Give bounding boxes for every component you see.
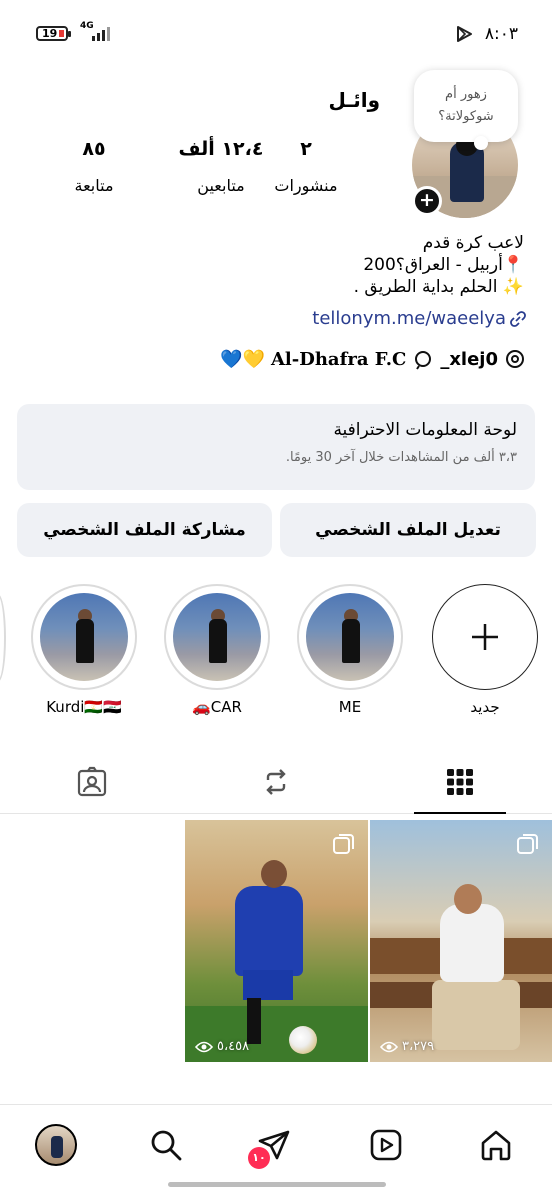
highlight-cover [40, 593, 128, 681]
tab-grid[interactable] [400, 752, 520, 814]
post-views: ٣،٢٧٩ [380, 1039, 434, 1054]
threads-handle[interactable]: _xlej0 [440, 349, 498, 370]
highlight-kurdi[interactable]: Kurdi🇹🇯🇮🇶 [31, 584, 137, 716]
plus-icon [472, 624, 498, 650]
link-icon [510, 310, 526, 327]
clock: ٨:٠٣ [484, 24, 518, 44]
share-profile-button[interactable]: مشاركة الملف الشخصي [17, 503, 272, 557]
post-thumbnail[interactable]: ٣،٢٧٩ [370, 820, 552, 1062]
nav-home[interactable] [470, 1119, 522, 1171]
stat-followers[interactable]: ١٢،٤ ألف متابعين [151, 138, 291, 195]
threads-row: 💙💛 Al-Dhafra F.C _xlej0 [220, 348, 526, 370]
following-count: ٨٥ [82, 138, 106, 160]
post-views: ٥،٤٥٨ [195, 1039, 249, 1054]
battery-indicator: 19 [36, 26, 71, 41]
stat-following[interactable]: ٨٥ متابعة [34, 138, 154, 195]
avatar [35, 1124, 77, 1166]
grid-icon [447, 769, 473, 795]
highlight-label: جديد [470, 698, 500, 716]
nav-search[interactable] [140, 1119, 192, 1171]
signal-icon [92, 26, 110, 41]
threads-icon[interactable] [504, 348, 526, 370]
nav-direct-messages[interactable]: ١٠ [248, 1119, 300, 1171]
followers-count: ١٢،٤ ألف [178, 138, 264, 160]
post-thumbnail[interactable]: ٥،٤٥٨ [185, 820, 368, 1062]
highlight-car[interactable]: 🚗CAR [164, 584, 270, 716]
bio-link-text: tellonym.me/waeelya [312, 308, 506, 329]
mention-icon [415, 351, 432, 370]
nav-reels[interactable] [360, 1119, 412, 1171]
tab-reposts[interactable] [216, 752, 336, 812]
eye-icon [195, 1041, 213, 1052]
profile-note-bubble[interactable]: زهور أم شوكولاتة؟ [414, 70, 518, 150]
highlight-label: 🚗CAR [192, 698, 242, 716]
bio-link[interactable]: tellonym.me/waeelya [312, 308, 528, 329]
eye-icon [380, 1041, 398, 1052]
highlight-cover [306, 593, 394, 681]
dashboard-subtitle: ٣،٣ ألف من المشاهدات خلال آخر 30 يومًا. [285, 450, 517, 465]
repost-icon [266, 769, 286, 795]
home-icon [481, 1130, 511, 1161]
profile-username: وائـل [328, 88, 380, 112]
reels-icon [370, 1129, 402, 1161]
highlight-new[interactable]: جديد [432, 584, 538, 716]
highlight-label: ME [338, 698, 362, 716]
edit-profile-button[interactable]: تعديل الملف الشخصي [280, 503, 536, 557]
bio-line: لاعب كرة قدم [422, 233, 524, 253]
dm-badge: ١٠ [248, 1147, 270, 1169]
profile-tabs [0, 752, 552, 814]
profile-note-text: زهور أم شوكولاتة؟ [438, 87, 494, 124]
highlight-label: Kurdi🇹🇯🇮🇶 [46, 698, 122, 716]
profile-bio: لاعب كرة قدم 📍أربيل - العراق؟200 ✨ الحلم… [224, 232, 524, 298]
highlight-partial[interactable] [0, 594, 6, 682]
post-views-count: ٥،٤٥٨ [217, 1039, 250, 1054]
status-bar: 19 4G ٨:٠٣ [0, 0, 552, 64]
club-emoji: 💙💛 [220, 348, 265, 370]
bio-line: ✨ الحلم بداية الطريق . [353, 277, 524, 297]
carousel-icon [333, 834, 354, 854]
professional-dashboard[interactable]: لوحة المعلومات الاحترافية ٣،٣ ألف من الم… [17, 404, 535, 490]
add-story-plus-icon[interactable]: + [412, 186, 442, 216]
highlight-cover [173, 593, 261, 681]
battery-level: 19 [42, 27, 58, 40]
carousel-icon [517, 834, 538, 854]
home-indicator[interactable] [168, 1182, 386, 1187]
tagged-person-icon [77, 766, 107, 797]
followers-label: متابعين [197, 176, 245, 195]
search-icon [151, 1130, 182, 1161]
following-label: متابعة [74, 176, 114, 195]
post-views-count: ٣،٢٧٩ [402, 1039, 435, 1054]
play-protect-icon [457, 26, 472, 42]
dashboard-title: لوحة المعلومات الاحترافية [333, 420, 517, 440]
nav-profile[interactable] [30, 1119, 82, 1171]
tab-tagged[interactable] [32, 752, 152, 812]
bio-line: 📍أربيل - العراق؟200 [363, 255, 524, 275]
club-name: Al-Dhafra F.C [270, 348, 407, 370]
highlight-me[interactable]: ME [297, 584, 403, 716]
highlight-new-ring [432, 584, 538, 690]
